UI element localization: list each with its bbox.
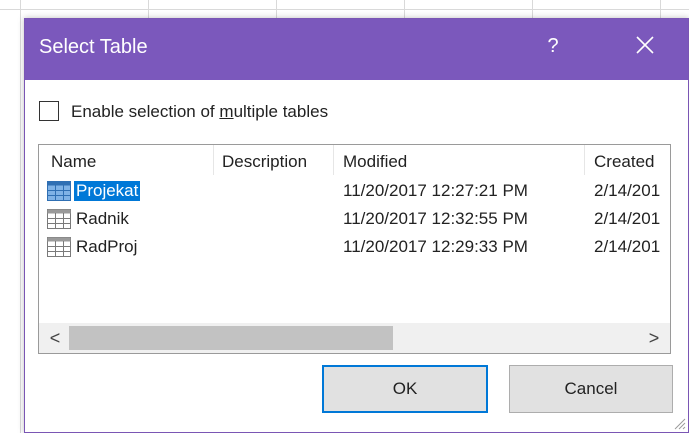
table-name: RadProj [76, 237, 138, 256]
enable-multiple-selection-label[interactable]: Enable selection of multiple tables [71, 102, 328, 122]
table-name: Radnik [76, 209, 129, 228]
close-icon [636, 36, 654, 54]
table-name: Projekat [74, 181, 141, 201]
table-icon [47, 237, 71, 257]
cancel-button[interactable]: Cancel [509, 365, 673, 413]
table-created: 2/14/201 [594, 237, 661, 256]
table-row[interactable]: Projekat 11/20/2017 12:27:21 PM 2/14/201 [39, 178, 670, 206]
list-header: Name Description Modified Created [39, 145, 670, 175]
column-header-description[interactable]: Description [222, 152, 307, 172]
scroll-right-button[interactable]: > [640, 323, 668, 353]
column-header-modified[interactable]: Modified [343, 152, 407, 172]
table-modified: 11/20/2017 12:32:55 PM [343, 209, 528, 228]
dialog-titlebar: Select Table ? [25, 19, 688, 80]
ok-button[interactable]: OK [322, 365, 488, 413]
table-modified: 11/20/2017 12:29:33 PM [343, 237, 528, 256]
horizontal-scrollbar[interactable]: < > [39, 323, 670, 353]
close-button[interactable] [631, 31, 659, 59]
table-row[interactable]: RadProj 11/20/2017 12:29:33 PM 2/14/201 [39, 234, 670, 262]
resize-grip-icon[interactable] [672, 416, 686, 430]
table-row[interactable]: Radnik 11/20/2017 12:32:55 PM 2/14/201 [39, 206, 670, 234]
scroll-left-button[interactable]: < [41, 323, 69, 353]
table-icon [47, 209, 71, 229]
scrollbar-thumb[interactable] [69, 326, 393, 350]
column-header-name[interactable]: Name [51, 152, 96, 172]
table-created: 2/14/201 [594, 181, 661, 200]
table-created: 2/14/201 [594, 209, 661, 228]
select-table-dialog: Select Table ? Enable selection of multi… [24, 18, 689, 433]
table-modified: 11/20/2017 12:27:21 PM [343, 181, 528, 200]
table-icon [47, 181, 71, 201]
column-header-created[interactable]: Created [594, 152, 654, 172]
dialog-title: Select Table [39, 36, 148, 58]
help-button[interactable]: ? [541, 35, 565, 58]
enable-multiple-selection-checkbox[interactable] [39, 101, 59, 121]
tables-list: Name Description Modified Created Projek… [38, 144, 671, 354]
